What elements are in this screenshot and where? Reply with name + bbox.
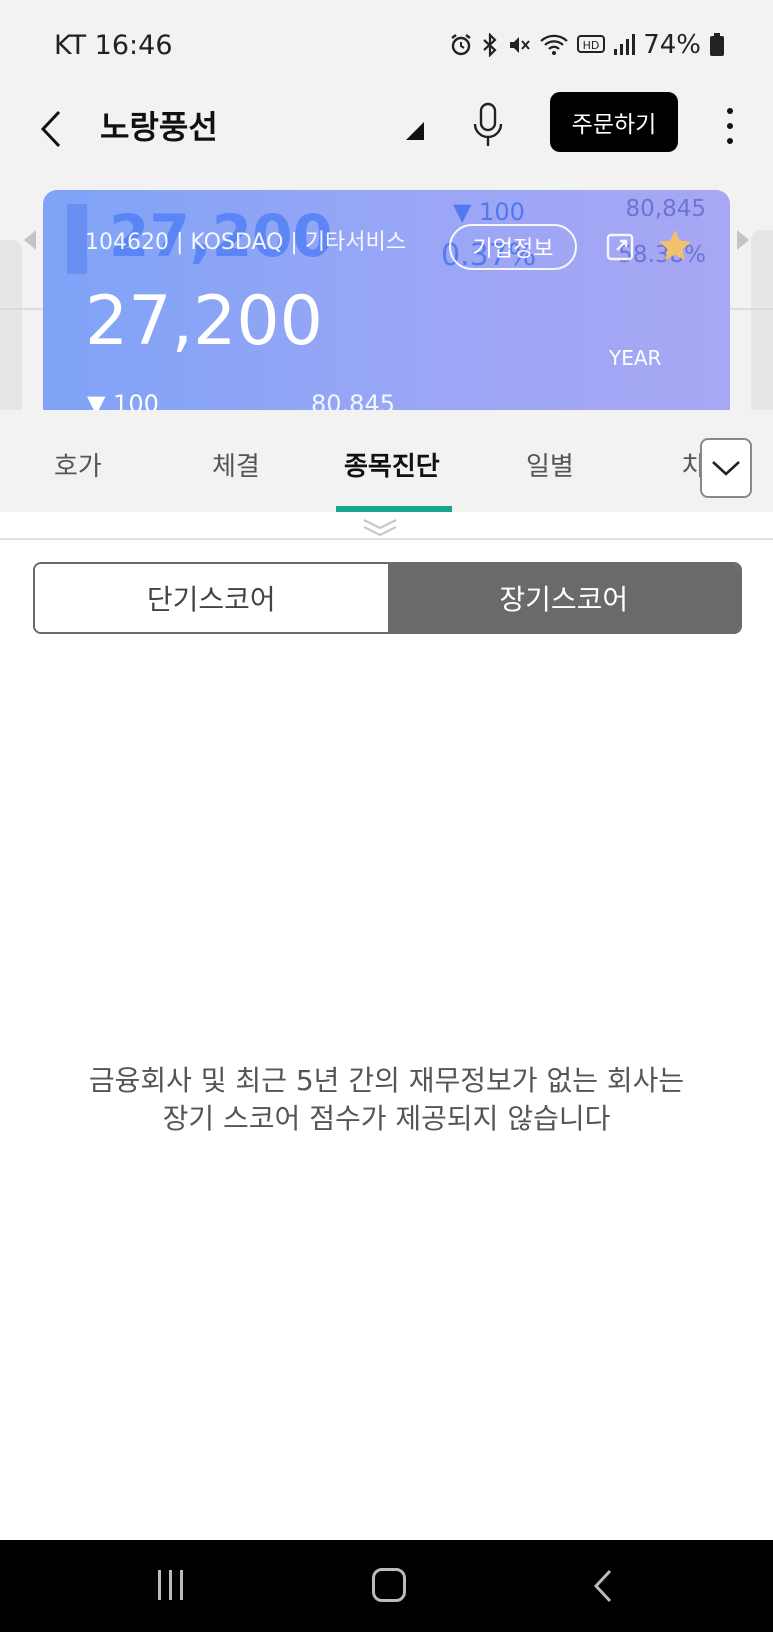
stock-code-line: 104620 | KOSDAQ | 기타서비스 [85, 230, 407, 255]
battery-icon [710, 33, 724, 56]
trade-volume: 80,845 [311, 390, 395, 410]
back-button[interactable] [24, 102, 78, 156]
wifi-icon [540, 34, 568, 55]
alarm-icon [451, 34, 471, 56]
ghost-bar [67, 204, 87, 274]
tab-orderbook[interactable]: 호가 [54, 446, 102, 483]
year-label[interactable]: YEAR [609, 346, 661, 370]
more-dot [727, 123, 733, 129]
next-arrow-icon[interactable] [737, 230, 749, 250]
next-card-peek[interactable] [751, 230, 773, 410]
tab-expand-button[interactable] [700, 438, 752, 498]
prev-card-peek[interactable] [0, 240, 22, 410]
home-button[interactable] [372, 1568, 406, 1602]
system-nav-bar [0, 1540, 773, 1632]
status-icons: HD 74% [449, 30, 725, 60]
message-line-1: 금융회사 및 최근 5년 간의 재무정보가 없는 회사는 [88, 1064, 685, 1097]
recent-bar [180, 1570, 183, 1600]
signal-icon [614, 34, 636, 55]
sheet-divider [0, 538, 773, 540]
ghost-volume: 80,845 [625, 196, 706, 222]
long-score-button[interactable]: 장기스코어 [387, 564, 740, 632]
recent-bar [158, 1570, 161, 1600]
score-segment-control: 단기스코어 장기스코어 [33, 562, 742, 634]
status-bar: KT 16:46 HD 74% [0, 0, 773, 84]
message-line-2: 장기 스코어 점수가 제공되지 않습니다 [162, 1102, 611, 1135]
collapse-handle-icon[interactable] [362, 516, 398, 538]
more-dot [727, 108, 733, 114]
svg-text:HD: HD [583, 39, 600, 52]
mute-icon [510, 37, 530, 53]
chevron-down-icon [712, 461, 740, 476]
ghost-change: ▼ 100 [453, 198, 525, 226]
stock-title[interactable]: 노랑풍선 [100, 102, 218, 148]
tab-trades[interactable]: 체결 [212, 446, 260, 483]
recent-bar [169, 1570, 172, 1600]
stock-card[interactable]: 27,200 104620 | KOSDAQ | 기타서비스 ▼ 100 0.3… [43, 190, 730, 410]
more-dot [727, 138, 733, 144]
tab-bar: 호가 체결 종목진단 일별 차 [0, 410, 773, 512]
share-icon[interactable] [605, 232, 635, 262]
status-carrier-time: KT 16:46 [54, 30, 173, 61]
recent-apps-button[interactable] [158, 1570, 183, 1600]
current-price: 27,200 [85, 282, 323, 361]
content-sheet: 단기스코어 장기스코어 금융회사 및 최근 5년 간의 재무정보가 없는 회사는… [0, 512, 773, 1540]
more-menu-button[interactable] [712, 98, 748, 154]
microphone-icon [473, 102, 503, 146]
tab-daily[interactable]: 일별 [526, 446, 574, 483]
hd-icon: HD [577, 35, 606, 53]
prev-arrow-icon[interactable] [24, 230, 36, 250]
dropdown-triangle-icon[interactable] [404, 120, 426, 142]
app-header: 노랑풍선 주문하기 [0, 84, 773, 190]
order-button[interactable]: 주문하기 [550, 92, 678, 152]
battery-percent: 74% [643, 30, 701, 60]
nav-back-icon[interactable] [592, 1568, 614, 1604]
bluetooth-icon [483, 33, 497, 57]
favorite-star-icon[interactable] [657, 228, 693, 264]
voice-search-button[interactable] [466, 98, 510, 152]
no-score-message: 금융회사 및 최근 5년 간의 재무정보가 없는 회사는 장기 스코어 점수가 … [0, 1062, 773, 1138]
chevron-left-icon [40, 110, 61, 148]
price-change: ▼ 100 [87, 390, 159, 410]
short-score-button[interactable]: 단기스코어 [35, 564, 388, 632]
company-info-button[interactable]: 기업정보 [449, 224, 577, 270]
stock-card-area: 27,200 104620 | KOSDAQ | 기타서비스 ▼ 100 0.3… [0, 190, 773, 410]
tab-diagnosis[interactable]: 종목진단 [344, 446, 440, 483]
